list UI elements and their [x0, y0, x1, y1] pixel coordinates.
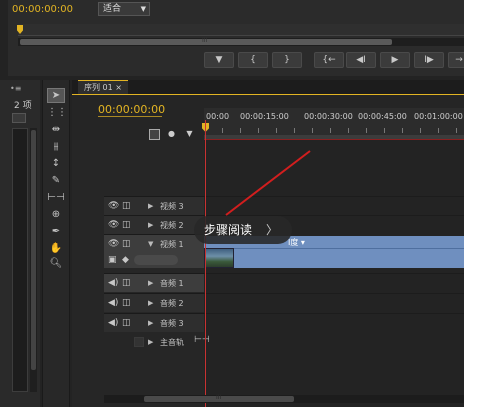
annotation-arrow [225, 150, 311, 216]
premiere-window: 00:00:00:00 适合 ▼ III ▼ { } {← ◀I ▶ I▶ → … [0, 0, 464, 407]
page-margin [464, 0, 496, 407]
step-read-popup[interactable]: 步骤阅读 〉 [194, 216, 292, 244]
popup-label: 步骤阅读 [204, 223, 253, 237]
chevron-right-icon: 〉 [265, 223, 278, 237]
